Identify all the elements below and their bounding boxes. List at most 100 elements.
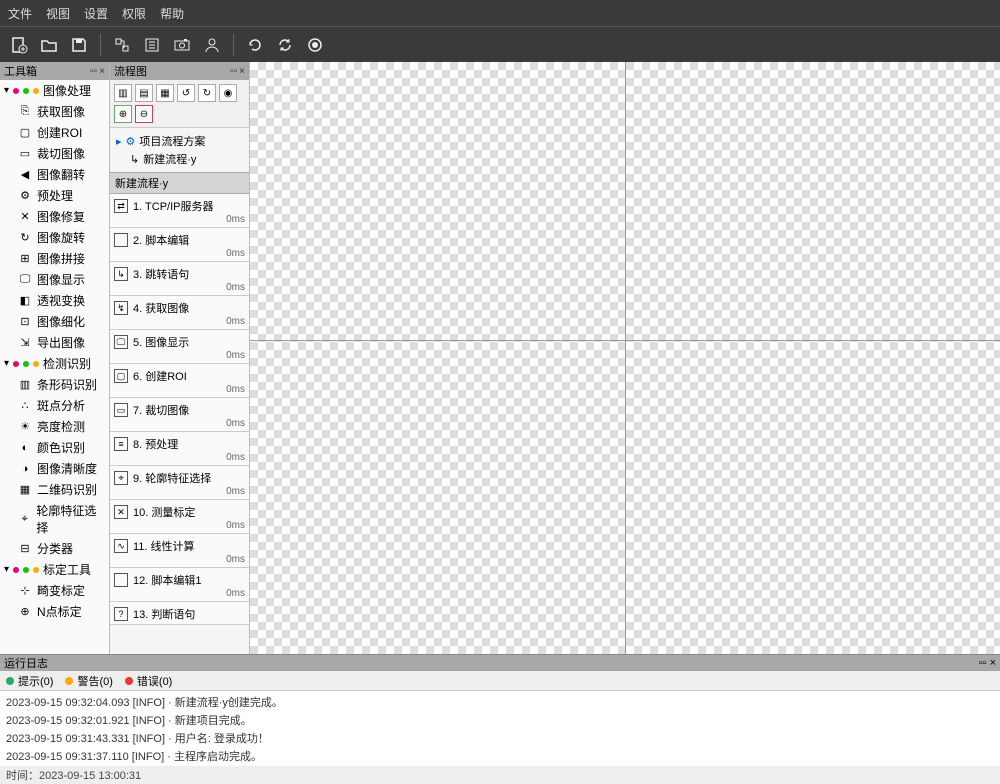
toolbox-item[interactable]: ◀图像翻转: [0, 164, 109, 185]
rotate-ccw-icon[interactable]: [242, 32, 268, 58]
toolbox-item[interactable]: ◧透视变换: [0, 290, 109, 311]
flow-btn-3[interactable]: ▦: [156, 84, 174, 102]
toolbox-item[interactable]: ⚙预处理: [0, 185, 109, 206]
log-title-bar: 运行日志 ▫▫ ×: [0, 655, 1000, 671]
menu-file[interactable]: 文件: [8, 5, 32, 22]
toolbox-item[interactable]: ⊕N点标定: [0, 601, 109, 622]
tool-icon: ◀: [18, 168, 32, 182]
toolbox-item[interactable]: ◑图像清晰度: [0, 458, 109, 479]
toolbox-item[interactable]: ⊞图像拼接: [0, 248, 109, 269]
tool-icon: ▢: [18, 126, 32, 140]
flow-btn-4[interactable]: ↺: [177, 84, 195, 102]
toolbox-item[interactable]: ⇲导出图像: [0, 332, 109, 353]
tool-icon: ⊟: [18, 542, 32, 556]
user-icon[interactable]: [199, 32, 225, 58]
panel-collapse-icon[interactable]: ▫▫: [90, 66, 97, 77]
log-tab[interactable]: 提示(0): [6, 673, 53, 689]
record-icon[interactable]: [302, 32, 328, 58]
flow-btn-2[interactable]: ▤: [135, 84, 153, 102]
flow-step[interactable]: ∿11. 线性计算0ms: [110, 534, 249, 568]
toolbox-item[interactable]: ⌖轮廓特征选择: [0, 500, 109, 538]
toolbox-item[interactable]: ↻图像旋转: [0, 227, 109, 248]
step-icon: ✕: [114, 505, 128, 519]
flow-subtitle: 新建流程·y: [110, 172, 249, 194]
flow-step[interactable]: ⇄1. TCP/IP服务器0ms: [110, 194, 249, 228]
main-area: 工具箱 ▫▫ × ▾图像处理⎘获取图像▢创建ROI▭裁切图像◀图像翻转⚙预处理✕…: [0, 62, 1000, 654]
camera-icon[interactable]: [169, 32, 195, 58]
toolbox-item[interactable]: ◐颜色识别: [0, 437, 109, 458]
flow-step[interactable]: ↳3. 跳转语句0ms: [110, 262, 249, 296]
flow-step[interactable]: 12. 脚本编辑10ms: [110, 568, 249, 602]
step-icon: [114, 233, 128, 247]
toolbox-item[interactable]: ▦二维码识别: [0, 479, 109, 500]
toolbox-group[interactable]: ▾标定工具: [0, 559, 109, 580]
new-file-icon[interactable]: [6, 32, 32, 58]
settings-icon[interactable]: [139, 32, 165, 58]
tool-label: 畸变标定: [37, 582, 85, 599]
step-label: 13. 判断语句: [133, 606, 195, 622]
flow-step[interactable]: 2. 脚本编辑0ms: [110, 228, 249, 262]
toolbox-item[interactable]: ⎘获取图像: [0, 101, 109, 122]
step-icon: ▢: [114, 369, 128, 383]
toolbox-item[interactable]: ∴斑点分析: [0, 395, 109, 416]
flow-step[interactable]: ▭7. 裁切图像0ms: [110, 398, 249, 432]
toolbox-item[interactable]: ⊡图像细化: [0, 311, 109, 332]
flow-steps: ⇄1. TCP/IP服务器0ms2. 脚本编辑0ms↳3. 跳转语句0ms↯4.…: [110, 194, 249, 654]
flow-step[interactable]: ≡8. 预处理0ms: [110, 432, 249, 466]
flow-btn-add[interactable]: ⊕: [114, 105, 132, 123]
open-folder-icon[interactable]: [36, 32, 62, 58]
toolbox-group[interactable]: ▾图像处理: [0, 80, 109, 101]
panel-close-icon[interactable]: ×: [990, 657, 996, 669]
toolbox-item[interactable]: ✕图像修复: [0, 206, 109, 227]
menu-view[interactable]: 视图: [46, 5, 70, 22]
step-label: 7. 裁切图像: [133, 402, 189, 418]
flow-step[interactable]: ?13. 判断语句: [110, 602, 249, 625]
step-time: 0ms: [114, 588, 245, 599]
step-label: 12. 脚本编辑1: [133, 572, 201, 588]
step-time: 0ms: [114, 282, 245, 293]
tree-child[interactable]: ↳新建流程·y: [116, 150, 243, 168]
tree-root[interactable]: ▸⚙项目流程方案: [116, 132, 243, 150]
flow-step[interactable]: ↯4. 获取图像0ms: [110, 296, 249, 330]
toolbox-group[interactable]: ▾检测识别: [0, 353, 109, 374]
log-tab[interactable]: 错误(0): [125, 673, 172, 689]
bullet-icon: [125, 677, 133, 685]
panel-close-icon[interactable]: ×: [239, 66, 245, 77]
flow-btn-del[interactable]: ⊖: [135, 105, 153, 123]
toolbox-item[interactable]: ▢创建ROI: [0, 122, 109, 143]
flow-step[interactable]: ⌖9. 轮廓特征选择0ms: [110, 466, 249, 500]
toolbox-item[interactable]: ▭裁切图像: [0, 143, 109, 164]
flow-step[interactable]: ▢6. 创建ROI0ms: [110, 364, 249, 398]
toolbox-title: 工具箱: [4, 63, 37, 79]
refresh-icon[interactable]: [272, 32, 298, 58]
flow-btn-6[interactable]: ◉: [219, 84, 237, 102]
menu-auth[interactable]: 权限: [122, 5, 146, 22]
toolbox-item[interactable]: ▥条形码识别: [0, 374, 109, 395]
canvas-area[interactable]: [250, 62, 1000, 654]
tool-label: 图像拼接: [37, 250, 85, 267]
step-time: 0ms: [114, 554, 245, 565]
toolbox-body: ▾图像处理⎘获取图像▢创建ROI▭裁切图像◀图像翻转⚙预处理✕图像修复↻图像旋转…: [0, 80, 109, 654]
toolbox-item[interactable]: ☀亮度检测: [0, 416, 109, 437]
toolbox-item[interactable]: 🖵图像显示: [0, 269, 109, 290]
flow-icon[interactable]: [109, 32, 135, 58]
tool-label: 图像清晰度: [37, 460, 97, 477]
menu-help[interactable]: 帮助: [160, 5, 184, 22]
step-time: 0ms: [114, 486, 245, 497]
tool-label: 预处理: [37, 187, 73, 204]
panel-collapse-icon[interactable]: ▫▫: [230, 66, 237, 77]
tool-icon: ▥: [18, 378, 32, 392]
toolbox-item[interactable]: ⊟分类器: [0, 538, 109, 559]
panel-close-icon[interactable]: ×: [99, 66, 105, 77]
toolbox-item[interactable]: ⊹畸变标定: [0, 580, 109, 601]
flow-btn-1[interactable]: ▥: [114, 84, 132, 102]
flow-step[interactable]: 🖵5. 图像显示0ms: [110, 330, 249, 364]
menu-settings[interactable]: 设置: [84, 5, 108, 22]
panel-collapse-icon[interactable]: ▫▫: [979, 657, 987, 669]
flow-step[interactable]: ✕10. 测量标定0ms: [110, 500, 249, 534]
bullet-icon: [65, 677, 73, 685]
save-icon[interactable]: [66, 32, 92, 58]
flow-btn-5[interactable]: ↻: [198, 84, 216, 102]
log-tab[interactable]: 警告(0): [65, 673, 112, 689]
step-label: 1. TCP/IP服务器: [133, 198, 213, 214]
